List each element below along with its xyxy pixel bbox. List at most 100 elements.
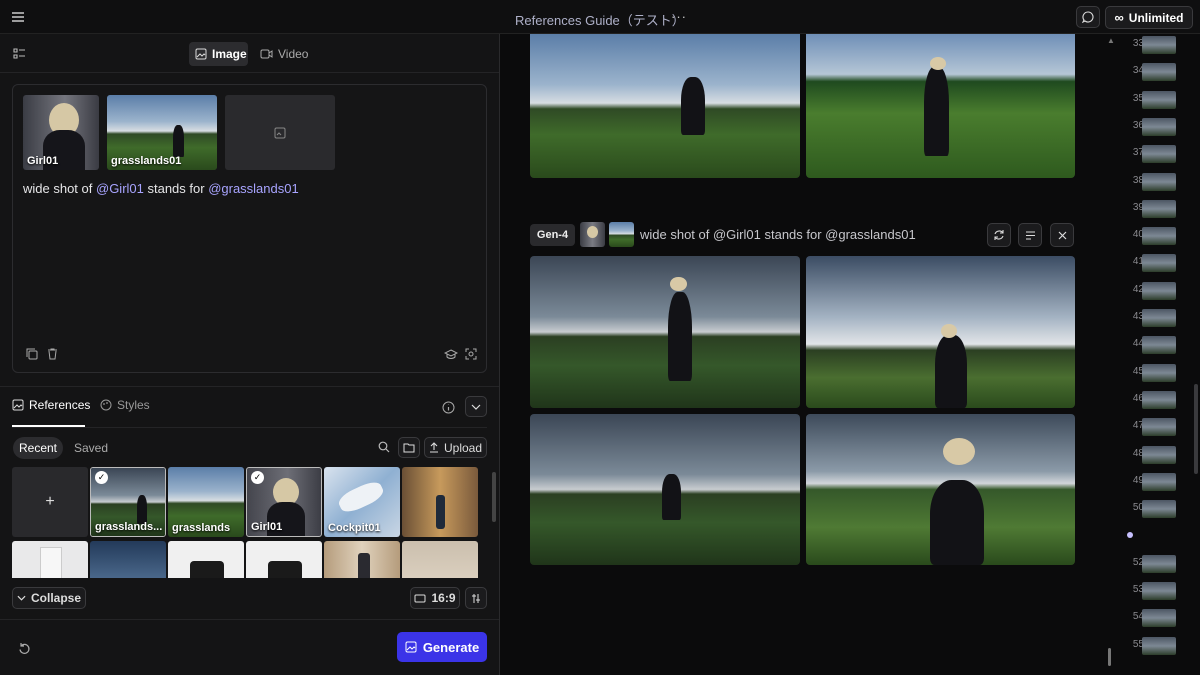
timeline-scroll-handle[interactable]: [1108, 648, 1111, 666]
timeline-number: 39: [1132, 201, 1144, 213]
collapse-label: Collapse: [30, 591, 81, 605]
settings-button[interactable]: [465, 587, 487, 609]
reference-grasslands[interactable]: grasslands: [168, 467, 244, 537]
details-button[interactable]: [1018, 223, 1042, 247]
tab-image-label: Image: [212, 47, 247, 61]
timeline-number: 47: [1132, 420, 1144, 432]
list-view-icon[interactable]: [11, 46, 27, 62]
trash-icon[interactable]: [45, 347, 59, 361]
timeline-thumbnail[interactable]: [1142, 117, 1176, 136]
timeline-thumbnail[interactable]: [1142, 554, 1176, 573]
more-options-button[interactable]: ···: [671, 9, 687, 24]
timeline-thumbnail[interactable]: [1142, 145, 1176, 164]
timeline-thumbnail[interactable]: [1142, 36, 1176, 54]
timeline-thumbnail[interactable]: [1142, 227, 1176, 246]
add-reference-slot[interactable]: [225, 95, 335, 170]
rerun-button[interactable]: [987, 223, 1011, 247]
generated-image[interactable]: [530, 34, 800, 178]
gallery: Gen-4 wide shot of @Girl01 stands for @g…: [500, 34, 1200, 675]
divider: [0, 619, 499, 620]
timeline-thumbnail[interactable]: [1142, 63, 1176, 82]
filter-recent[interactable]: Recent: [13, 437, 63, 459]
timeline-thumbnail[interactable]: [1142, 199, 1176, 218]
copy-icon[interactable]: [25, 347, 39, 361]
attachment-label: Girl01: [27, 155, 59, 167]
timeline-thumbnail[interactable]: [1142, 336, 1176, 355]
scan-icon[interactable]: [464, 347, 478, 361]
attachment-grasslands01[interactable]: grasslands01: [107, 95, 217, 170]
timeline-number: 45: [1132, 365, 1144, 377]
timeline-number: 41: [1132, 256, 1144, 268]
reference-room[interactable]: [324, 541, 400, 578]
divider: [0, 72, 499, 73]
timeline-number: 49: [1132, 474, 1144, 486]
generate-label: Generate: [422, 639, 480, 655]
prompt-text[interactable]: wide shot of @Girl01 stands for @grassla…: [23, 181, 299, 196]
reference-bag-2[interactable]: [246, 541, 322, 578]
timeline-scrollbar[interactable]: [1194, 384, 1198, 474]
info-icon[interactable]: [441, 400, 455, 414]
graduation-cap-icon[interactable]: [444, 347, 458, 361]
chevron-up-icon[interactable]: ▲: [1107, 36, 1115, 45]
reference-bedroom[interactable]: [402, 541, 478, 578]
close-button[interactable]: [1050, 223, 1074, 247]
generated-image[interactable]: [530, 414, 800, 565]
add-image-icon: [274, 127, 286, 138]
timeline-number: 53: [1132, 584, 1144, 595]
generate-button[interactable]: Generate: [397, 632, 487, 662]
timeline-thumbnail[interactable]: [1142, 172, 1176, 191]
divider: [0, 386, 499, 387]
timeline-thumbnail[interactable]: [1142, 609, 1176, 628]
timeline-thumbnail[interactable]: [1142, 636, 1176, 655]
expand-button[interactable]: [465, 396, 487, 417]
timeline-thumbnail[interactable]: [1142, 281, 1176, 300]
generated-image[interactable]: [806, 414, 1075, 565]
collapse-button[interactable]: Collapse: [12, 587, 86, 609]
reference-girl01[interactable]: ✓ Girl01: [246, 467, 322, 537]
plan-badge[interactable]: ∞ Unlimited: [1105, 6, 1193, 29]
prompt-box[interactable]: Girl01 grasslands01 wide shot of @Girl01…: [12, 84, 487, 373]
image-icon: [195, 48, 207, 60]
generated-image[interactable]: [530, 256, 800, 408]
attachment-girl01[interactable]: Girl01: [23, 95, 99, 170]
filter-saved[interactable]: Saved: [68, 437, 114, 459]
timeline-thumbnail[interactable]: [1142, 445, 1176, 464]
menu-icon[interactable]: [10, 9, 26, 25]
grid-scrollbar[interactable]: [492, 472, 496, 522]
reference-cockpit01[interactable]: Cockpit01: [324, 467, 400, 537]
tab-styles[interactable]: Styles: [100, 398, 150, 412]
mention-grasslands01[interactable]: @grasslands01: [208, 181, 299, 196]
tab-image[interactable]: Image: [189, 42, 248, 66]
reference-suit[interactable]: [12, 541, 88, 578]
timeline-thumbnail[interactable]: [1142, 390, 1176, 409]
timeline-thumbnail[interactable]: [1142, 582, 1176, 600]
project-title[interactable]: References Guide（テスト）: [515, 10, 685, 29]
tab-video[interactable]: Video: [257, 42, 313, 66]
timeline-thumbnail[interactable]: [1142, 90, 1176, 109]
timeline-thumbnail[interactable]: [1142, 418, 1176, 437]
timeline-thumbnail[interactable]: [1142, 472, 1176, 491]
reference-bag[interactable]: [168, 541, 244, 578]
generated-image[interactable]: [806, 34, 1075, 178]
generated-image[interactable]: [806, 256, 1075, 408]
timeline-number: 50: [1132, 502, 1144, 514]
reset-icon[interactable]: [16, 640, 32, 656]
aspect-ratio-button[interactable]: 16:9: [410, 587, 460, 609]
timeline-thumbnail[interactable]: [1142, 254, 1176, 273]
upload-button[interactable]: Upload: [424, 437, 487, 458]
feedback-button[interactable]: [1076, 6, 1100, 28]
mention-girl01[interactable]: @Girl01: [96, 181, 144, 196]
tab-video-label: Video: [278, 47, 309, 61]
add-reference-button[interactable]: +: [12, 467, 88, 537]
reference-grasslands-selected[interactable]: ✓ grasslands...: [90, 467, 166, 537]
timeline-thumbnail[interactable]: [1142, 363, 1176, 382]
timeline-thumbnail[interactable]: [1142, 309, 1176, 327]
timeline-thumbnail[interactable]: [1142, 500, 1176, 519]
tab-references[interactable]: References: [12, 398, 90, 412]
generation-prompt[interactable]: wide shot of @Girl01 stands for @grassla…: [640, 227, 916, 242]
references-icon: [12, 399, 24, 411]
search-icon[interactable]: [377, 440, 391, 454]
reference-interior[interactable]: [90, 541, 166, 578]
reference-street[interactable]: [402, 467, 478, 537]
folder-button[interactable]: [398, 437, 420, 458]
